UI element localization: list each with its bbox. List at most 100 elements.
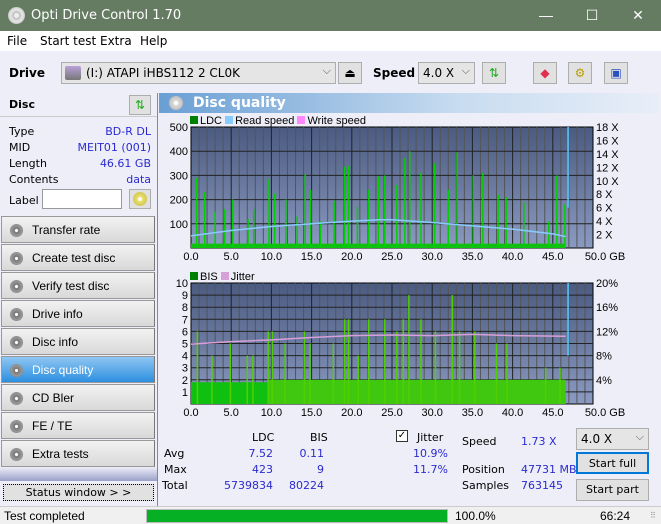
speed-value: 4.0 X [423, 66, 455, 80]
y2-tick-label: 16% [596, 302, 618, 314]
nav-label: Verify test disc [32, 279, 110, 293]
noise-fill [268, 379, 566, 404]
jitter-checkbox[interactable]: ✓ [396, 430, 408, 442]
nav-cd-bler[interactable]: CD Bler [1, 384, 155, 411]
close-button[interactable]: ✕ [615, 0, 661, 31]
gears-icon: ⚙ [574, 66, 586, 80]
y-tick-label: 10 [176, 279, 188, 290]
stats-total-bis: 80224 [289, 479, 324, 492]
y-tick-label: 500 [170, 123, 188, 134]
x-tick-label: 30.0 [421, 407, 442, 419]
start-full-button[interactable]: Start full [576, 452, 649, 474]
nav-create-test-disc[interactable]: Create test disc [1, 244, 155, 271]
x-tick-label: 5.0 [224, 407, 239, 419]
disc-gear-icon [10, 448, 23, 461]
x-tick-label: 40.0 [502, 251, 523, 263]
drive-value: (I:) ATAPI iHBS112 2 CL0K [86, 66, 240, 80]
nav-disc-info[interactable]: Disc info [1, 328, 155, 355]
disc-mid-label: MID [9, 141, 31, 154]
test-speed-select[interactable]: 4.0 X ⌵ [576, 428, 649, 450]
window-title: Opti Drive Control 1.70 [31, 8, 182, 23]
y-tick-label: 200 [170, 195, 188, 207]
disc-type-value: BD-R DL [105, 125, 151, 138]
x-tick-label: 30.0 [421, 251, 442, 263]
y-tick-label: 1 [182, 387, 188, 399]
x-tick-label: 50.0 GB [585, 251, 625, 263]
nav-verify-test-disc[interactable]: Verify test disc [1, 272, 155, 299]
drive-select[interactable]: (I:) ATAPI iHBS112 2 CL0K ⌵ [61, 62, 336, 84]
nav-extra-tests[interactable]: Extra tests [1, 440, 155, 467]
disc-gear-icon [10, 224, 23, 237]
minimize-button[interactable]: — [523, 0, 569, 31]
disc-contents-label: Contents [9, 173, 59, 186]
menu-start-test[interactable]: Start test [40, 34, 96, 48]
stats-total-ldc: 5739834 [224, 479, 273, 492]
y-tick-label: 400 [170, 146, 188, 158]
nav-transfer-rate[interactable]: Transfer rate [1, 216, 155, 243]
disc-label-input[interactable] [42, 189, 122, 209]
drive-label: Drive [9, 66, 45, 80]
speed-select[interactable]: 4.0 X ⌵ [418, 62, 475, 84]
x-tick-label: 0.0 [183, 407, 198, 419]
menu-file[interactable]: File [7, 34, 27, 48]
eject-button[interactable]: ⏏ [338, 62, 362, 84]
y2-tick-label: 4% [596, 375, 612, 387]
left-panel: Disc ⇅ Type BD-R DL MID MEIT01 (001) Lengt… [0, 93, 157, 506]
erase-button[interactable]: ◆ [533, 62, 557, 84]
x-tick-label: 35.0 [462, 251, 483, 263]
disc-gear-icon [10, 308, 23, 321]
refresh-button[interactable]: ⇅ [482, 62, 506, 84]
y2-tick-label: 18 X [596, 123, 619, 134]
settings-button[interactable]: ⚙ [568, 62, 592, 84]
progress-label: 100.0% [455, 509, 496, 523]
jitter-avg: 10.9% [413, 447, 448, 460]
menu-help[interactable]: Help [140, 34, 167, 48]
x-tick-label: 40.0 [502, 407, 523, 419]
menu-extra[interactable]: Extra [100, 34, 132, 48]
status-bar: Test completed 100.0% 66:24 ⠿ [0, 506, 661, 524]
app-disc-icon [8, 7, 25, 24]
speed-stat-label: Speed [462, 435, 497, 448]
speed-stat-value: 1.73 X [521, 435, 557, 448]
status-window-button[interactable]: Status window > > [3, 484, 154, 501]
speed-label: Speed [373, 66, 416, 80]
bis-chart: 0.0 5.0 10.0 15.0 20.0 25.0 30.0 35.0 40.0 45.0 50… [176, 279, 625, 419]
nav-label: CD Bler [32, 391, 75, 405]
nav-disc-quality[interactable]: Disc quality [1, 356, 155, 383]
y-tick-label: 7 [182, 314, 188, 326]
disc-refresh-button[interactable]: ⇅ [129, 95, 151, 115]
x-tick-label: 20.0 [341, 407, 362, 419]
nav-label: Extra tests [32, 447, 89, 461]
disc-contents-value: data [126, 173, 151, 186]
disc-label-button[interactable] [129, 189, 151, 209]
floppy-save-icon: ▣ [610, 66, 622, 80]
x-tick-label: 5.0 [224, 251, 239, 263]
stats-col-ldc: LDC [252, 431, 275, 444]
y2-tick-label: 12% [596, 326, 618, 338]
disc-quality-panel: Disc quality LDC Read speed Write speed … [157, 93, 661, 506]
progress-fill [147, 510, 447, 522]
y-tick-label: 2 [182, 375, 188, 387]
resize-grip-icon[interactable]: ⠿ [650, 511, 656, 520]
start-part-button[interactable]: Start part [576, 479, 649, 501]
progress-bar [146, 509, 448, 523]
disc-title: Disc [9, 98, 35, 111]
maximize-button[interactable]: ☐ [569, 0, 615, 31]
y-tick-label: 4 [182, 351, 188, 363]
elapsed-time: 66:24 [600, 509, 631, 523]
eject-icon: ⏏ [344, 66, 356, 80]
stats-max-ldc: 423 [252, 463, 273, 476]
save-button[interactable]: ▣ [604, 62, 628, 84]
chevron-down-icon: ⌵ [461, 65, 470, 77]
x-tick-label: 35.0 [462, 407, 483, 419]
x-tick-label: 25.0 [381, 251, 402, 263]
stats-max-bis: 9 [317, 463, 324, 476]
position-value: 47731 MB [521, 463, 577, 476]
y2-tick-label: 10 X [596, 176, 619, 188]
y-tick-label: 6 [182, 326, 188, 338]
nav-drive-info[interactable]: Drive info [1, 300, 155, 327]
nav-spacer [0, 467, 157, 481]
nav-fe-te[interactable]: FE / TE [1, 412, 155, 439]
nav-label: Create test disc [32, 251, 116, 265]
samples-value: 763145 [521, 479, 563, 492]
